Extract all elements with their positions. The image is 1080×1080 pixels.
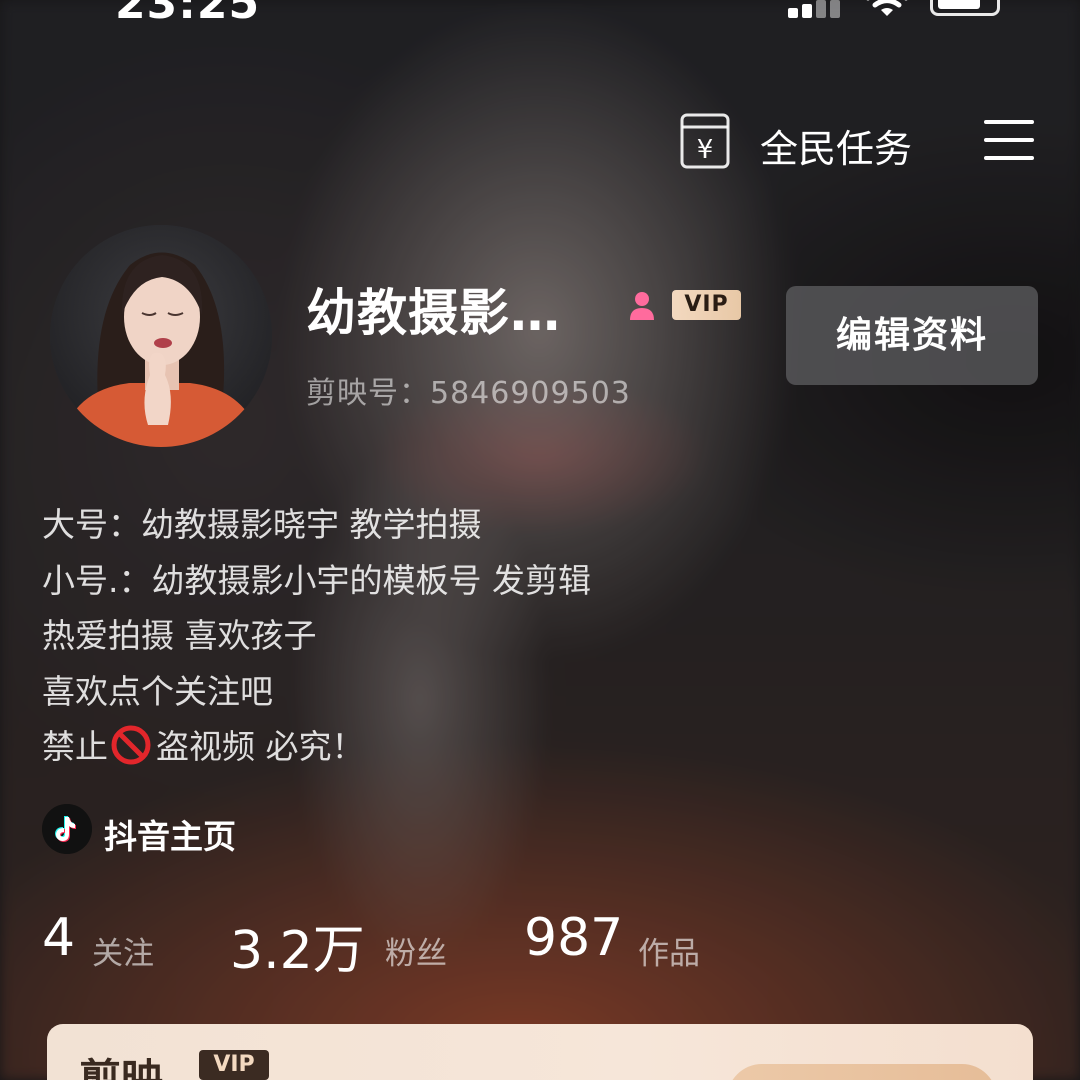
avatar-portrait bbox=[50, 225, 272, 447]
vip-card-badge: VIP bbox=[199, 1050, 269, 1080]
following-count[interactable]: 4 bbox=[42, 908, 75, 968]
profile-bio: 大号：幼教摄影晓宇 教学拍摄 小号.：幼教摄影小宇的模板号 发剪辑 热爱拍摄 喜… bbox=[42, 497, 591, 775]
vip-card-title: 剪映 bbox=[79, 1055, 164, 1080]
person-icon bbox=[630, 292, 654, 320]
vip-promo-card[interactable]: 剪映 VIP bbox=[47, 1024, 1033, 1080]
task-center-label[interactable]: 全民任务 bbox=[760, 118, 912, 173]
bio-line: 大号：幼教摄影晓宇 教学拍摄 bbox=[42, 505, 482, 544]
cellular-signal-icon bbox=[788, 0, 846, 18]
vip-badge: VIP bbox=[672, 290, 741, 320]
prohibited-icon bbox=[111, 725, 151, 765]
edit-profile-button[interactable]: 编辑资料 bbox=[786, 286, 1038, 385]
vip-card-action-button[interactable] bbox=[727, 1064, 997, 1080]
fans-label[interactable]: 粉丝 bbox=[385, 928, 447, 973]
bio-line: 禁止 盗视频 必究！ bbox=[42, 719, 591, 775]
following-label[interactable]: 关注 bbox=[92, 928, 154, 973]
bio-text: 禁止 bbox=[42, 727, 108, 766]
bio-text: 盗视频 必究！ bbox=[156, 727, 365, 766]
bio-line: 小号.：幼教摄影小宇的模板号 发剪辑 bbox=[42, 560, 591, 600]
status-time: 23:25 bbox=[115, 0, 261, 29]
tiktok-logo-icon[interactable] bbox=[42, 804, 92, 854]
douyin-homepage-link[interactable]: 抖音主页 bbox=[104, 810, 236, 858]
fans-count[interactable]: 3.2万 bbox=[230, 908, 365, 983]
avatar[interactable] bbox=[50, 225, 272, 447]
wifi-icon bbox=[866, 0, 908, 16]
svg-text:¥: ¥ bbox=[697, 135, 714, 165]
works-label[interactable]: 作品 bbox=[638, 928, 700, 973]
yen-receipt-icon[interactable]: ¥ bbox=[680, 113, 730, 169]
battery-icon bbox=[930, 0, 1000, 16]
account-id: 剪映号：5846909503 bbox=[306, 376, 631, 411]
bio-line: 喜欢点个关注吧 bbox=[42, 671, 273, 711]
profile-screen: 23:25 ¥ 全民任务 幼教摄影… VIP 剪映号：5846909503 编辑… bbox=[0, 0, 1080, 1080]
works-count[interactable]: 987 bbox=[524, 908, 623, 968]
profile-name: 幼教摄影… bbox=[306, 284, 561, 342]
hamburger-menu-icon[interactable] bbox=[984, 120, 1036, 162]
bio-line: 热爱拍摄 喜欢孩子 bbox=[42, 616, 317, 655]
